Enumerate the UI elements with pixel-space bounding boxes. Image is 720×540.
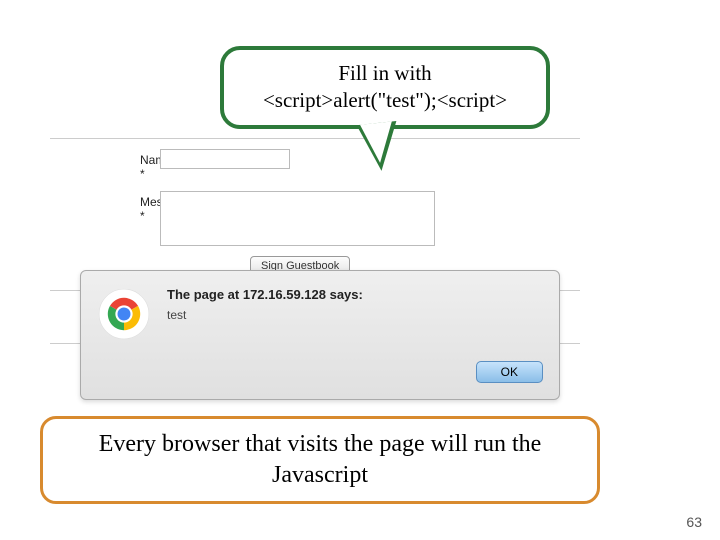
page-number: 63 [686,514,702,530]
dialog-message: test [167,308,543,322]
dialog-actions: OK [97,361,543,383]
divider [50,138,580,139]
xss-instruction-callout: Fill in with <script>alert("test");<scri… [220,46,550,129]
chrome-icon [97,287,151,341]
dialog-text: The page at 172.16.59.128 says: test [167,287,543,322]
dialog-body: The page at 172.16.59.128 says: test [97,287,543,341]
callout-line1: Fill in with [240,60,530,87]
dialog-title: The page at 172.16.59.128 says: [167,287,543,302]
name-label: Name * [50,149,160,181]
ok-button[interactable]: OK [476,361,543,383]
message-row: Message * [50,191,580,246]
consequence-callout: Every browser that visits the page will … [40,416,600,504]
javascript-alert-dialog: The page at 172.16.59.128 says: test OK [80,270,560,400]
message-label: Message * [50,191,160,223]
callout-line2: <script>alert("test");<script> [240,87,530,114]
name-input[interactable] [160,149,290,169]
slide: Fill in with <script>alert("test");<scri… [0,0,720,540]
message-textarea[interactable] [160,191,435,246]
name-row: Name * [50,149,580,181]
